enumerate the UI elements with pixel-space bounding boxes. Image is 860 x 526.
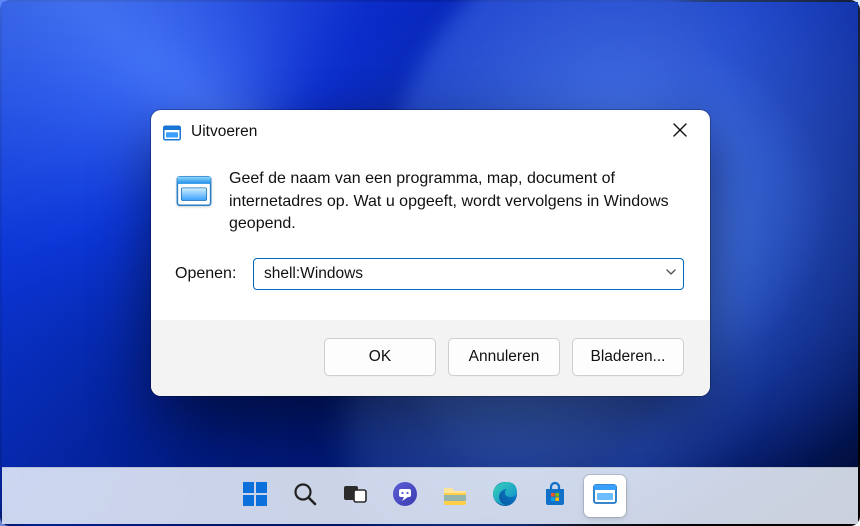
search-icon	[292, 481, 318, 512]
dialog-title: Uitvoeren	[191, 123, 658, 141]
close-button[interactable]	[658, 114, 702, 150]
open-input[interactable]	[262, 264, 665, 284]
taskbar-run[interactable]	[584, 475, 626, 517]
dialog-message: Geef de naam van een programma, map, doc…	[229, 168, 684, 236]
taskbar	[2, 467, 858, 524]
close-icon	[673, 123, 687, 142]
cancel-button[interactable]: Annuleren	[448, 338, 560, 376]
chevron-down-icon[interactable]	[665, 265, 677, 283]
run-app-icon	[175, 172, 213, 215]
ok-button[interactable]: OK	[324, 338, 436, 376]
taskbar-chat[interactable]	[384, 475, 426, 517]
chat-icon	[392, 481, 418, 512]
task-view-icon	[342, 481, 368, 512]
titlebar: Uitvoeren	[151, 110, 710, 154]
run-window-icon	[163, 124, 181, 142]
taskbar-edge[interactable]	[484, 475, 526, 517]
store-icon	[542, 481, 568, 512]
folder-icon	[442, 481, 468, 512]
taskbar-start[interactable]	[234, 475, 276, 517]
edge-icon	[492, 481, 518, 512]
run-dialog: Uitvoeren	[151, 110, 710, 396]
windows-start-icon	[242, 481, 268, 512]
open-combobox[interactable]	[253, 258, 684, 290]
open-label: Openen:	[175, 265, 245, 283]
taskbar-store[interactable]	[534, 475, 576, 517]
taskbar-task-view[interactable]	[334, 475, 376, 517]
run-taskbar-icon	[592, 481, 618, 512]
taskbar-search[interactable]	[284, 475, 326, 517]
button-bar: OK Annuleren Bladeren...	[151, 320, 710, 396]
browse-button[interactable]: Bladeren...	[572, 338, 684, 376]
taskbar-file-explorer[interactable]	[434, 475, 476, 517]
